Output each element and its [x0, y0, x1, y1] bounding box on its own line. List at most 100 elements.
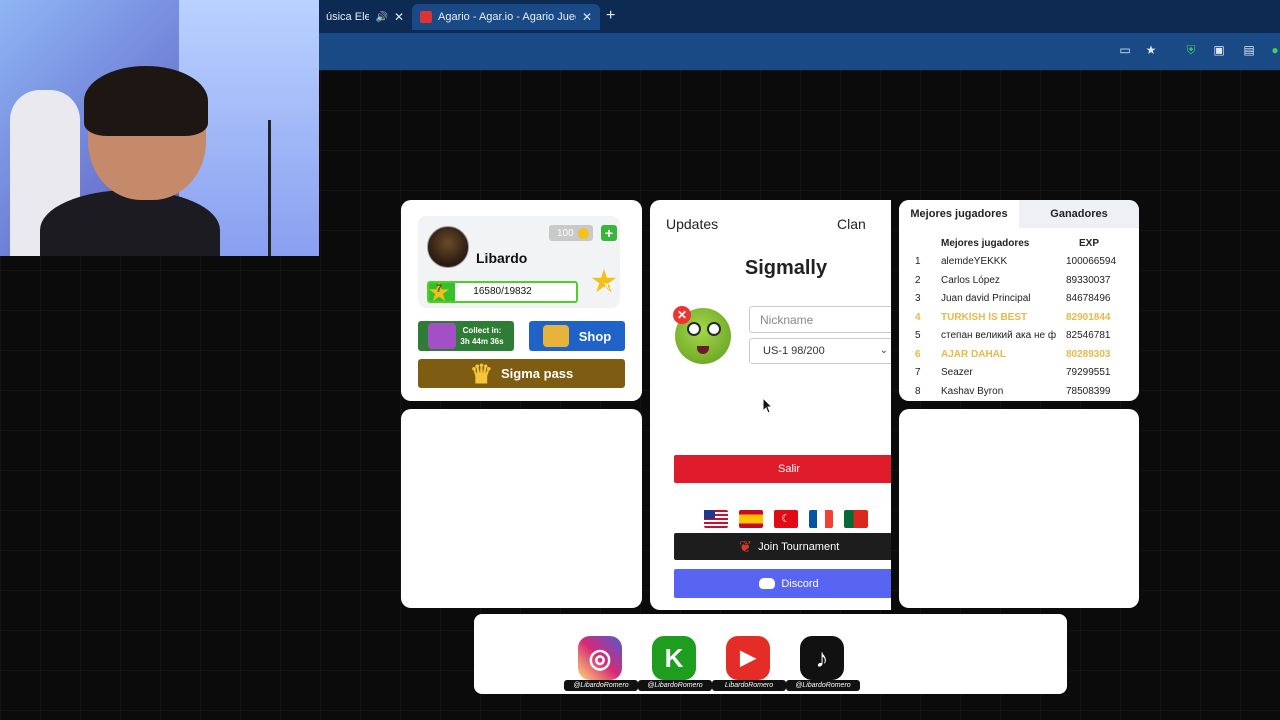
join-tournament-button[interactable]: ❦ Join Tournament: [674, 533, 891, 560]
column-header-exp: EXP: [1079, 238, 1100, 249]
gift-icon: [428, 323, 457, 349]
speaker-icon[interactable]: 🔊: [375, 12, 387, 23]
new-tab-button[interactable]: +: [606, 7, 615, 25]
discord-button[interactable]: Discord: [674, 569, 891, 598]
tiktok-icon: ♪: [800, 636, 844, 680]
coin-icon: [577, 227, 589, 239]
rank: 1: [915, 256, 921, 267]
leaderboard-row: 7 Seazer 79299551: [899, 367, 1139, 385]
instagram-icon: ◎: [578, 636, 622, 680]
player-exp: 84678496: [1066, 293, 1111, 304]
avatar[interactable]: [427, 226, 469, 268]
exit-button[interactable]: Salir: [674, 455, 891, 483]
tab-clan[interactable]: Clan: [837, 216, 866, 232]
instagram-badge: ◎ @LibardoRomero: [564, 636, 638, 696]
social-handle: LibardoRomero: [712, 680, 786, 691]
player-name: степан великий ака не ф: [941, 330, 1057, 341]
leaderboard-row: 2 Carlos López 89330037: [899, 275, 1139, 293]
leaderboard-panel: Mejores jugadores Ganadores Mejores juga…: [899, 200, 1139, 401]
rank: 2: [915, 274, 921, 286]
collect-reward-button[interactable]: Collect in: 3h 44m 36s: [418, 321, 514, 351]
pt-flag-icon[interactable]: [844, 510, 868, 528]
player-name: Carlos López: [941, 274, 1000, 286]
browser-tab-agario[interactable]: Agario - Agar.io - Agario Juegos ✕: [412, 4, 600, 30]
right-bottom-panel: [899, 409, 1139, 608]
webcam-overlay: [0, 0, 319, 256]
add-coins-button[interactable]: +: [601, 225, 617, 241]
player-exp: 82901844: [1066, 311, 1111, 323]
tab-best-players[interactable]: Mejores jugadores: [899, 200, 1019, 228]
bookmark-star-icon[interactable]: ★: [1144, 43, 1158, 57]
leaderboard-row: 5 степан великий ака не ф 82546781: [899, 330, 1139, 348]
player-exp: 79299551: [1066, 367, 1111, 378]
browser-tab-music[interactable]: úsica Electr 🔊 ✕: [318, 4, 412, 30]
leaderboard-row: 8 Kashav Byron 78508399: [899, 386, 1139, 402]
sigma-pass-button[interactable]: ♛ Sigma pass: [418, 359, 625, 388]
rank: 8: [915, 385, 921, 397]
skin-eye: [687, 322, 701, 336]
laurel-icon: ❦: [738, 538, 753, 556]
mouse-cursor-icon: [763, 398, 773, 414]
player-exp: 82546781: [1066, 330, 1111, 341]
player-name: TURKİSH İS BEST: [941, 311, 1028, 323]
close-icon[interactable]: ✕: [582, 10, 592, 24]
server-value: US-1 98/200: [763, 345, 825, 357]
username: Libardo: [476, 250, 528, 266]
discord-label: Discord: [781, 577, 819, 590]
tr-flag-icon[interactable]: ☾: [774, 510, 798, 528]
tab-updates[interactable]: Updates: [666, 216, 718, 232]
join-tournament-label: Join Tournament: [758, 540, 840, 553]
player-name: AJAR DAHAL: [941, 348, 1006, 360]
rank: 5: [915, 330, 921, 341]
player-name: Juan david Principal: [941, 293, 1031, 304]
rank: 7: [915, 367, 921, 378]
leaderboard-tabs: Mejores jugadores Ganadores: [899, 200, 1139, 228]
cast-icon[interactable]: ▭: [1118, 43, 1132, 57]
us-flag-icon[interactable]: [704, 510, 728, 528]
extension-icon[interactable]: ▤: [1242, 43, 1256, 57]
leaderboard-row: 1 alemdeYEKKK 100066594: [899, 256, 1139, 274]
collect-label: Collect in:: [462, 326, 502, 335]
collect-timer: 3h 44m 36s: [460, 337, 504, 346]
extension-icon[interactable]: ▣: [1212, 43, 1226, 57]
server-select[interactable]: US-1 98/200 ⌄: [749, 338, 891, 364]
chevron-down-icon: ⌄: [879, 345, 888, 356]
rank: 6: [915, 348, 921, 360]
close-icon[interactable]: ✕: [394, 10, 404, 24]
rank: 4: [915, 311, 921, 323]
crown-icon: ♛: [469, 358, 494, 389]
sigma-pass-label: Sigma pass: [501, 366, 574, 381]
kick-icon: K: [652, 636, 696, 680]
social-handle: @LibardoRomero: [638, 680, 712, 691]
youtube-badge: ▶ LibardoRomero: [712, 636, 786, 696]
player-name: Kashav Byron: [941, 385, 1004, 397]
coin-count: 100: [557, 227, 574, 239]
leaderboard-row: 3 Juan david Principal 84678496: [899, 293, 1139, 311]
es-flag-icon[interactable]: [739, 510, 763, 528]
youtube-icon: ▶: [726, 636, 770, 680]
favicon-icon: [420, 11, 432, 23]
profile-icon[interactable]: ●: [1268, 43, 1280, 57]
nickname-input[interactable]: [749, 306, 891, 333]
fr-flag-icon[interactable]: [809, 510, 833, 528]
xp-badge-label: XP: [604, 282, 615, 291]
player-exp: 80289303: [1066, 348, 1111, 360]
social-banner: ◎ @LibardoRomero K @LibardoRomero ▶ Liba…: [474, 614, 1067, 694]
column-header-player: Mejores jugadores: [941, 238, 1030, 249]
rank: 3: [915, 293, 921, 304]
shop-label: Shop: [578, 328, 612, 344]
tab-winners[interactable]: Ganadores: [1019, 200, 1139, 228]
tab-title: Agario - Agar.io - Agario Juegos: [438, 11, 576, 23]
tab-title: úsica Electr: [326, 11, 370, 23]
social-handle: @LibardoRomero: [786, 680, 860, 691]
remove-skin-button[interactable]: ✕: [673, 306, 691, 324]
shield-icon[interactable]: ⛨: [1184, 43, 1198, 57]
player-exp: 100066594: [1066, 256, 1117, 267]
kick-badge: K @LibardoRomero: [638, 636, 712, 696]
player-exp: 78508399: [1066, 385, 1111, 397]
tiktok-badge: ♪ @LibardoRomero: [786, 636, 860, 696]
level-number: 7: [435, 283, 443, 295]
shop-button[interactable]: Shop: [529, 321, 625, 351]
player-exp: 89330037: [1066, 274, 1111, 286]
player-name: alemdeYEKKK: [941, 256, 1008, 267]
